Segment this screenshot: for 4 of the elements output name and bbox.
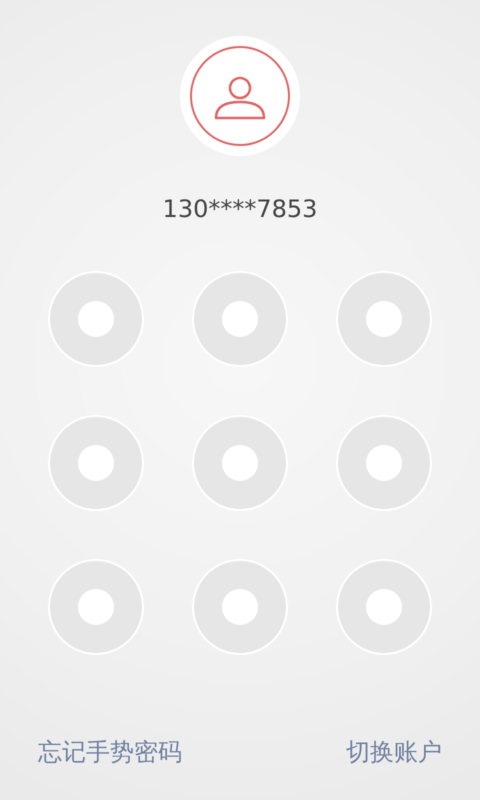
person-icon [212,76,268,120]
text-link[interactable]: 切换账户 [346,736,442,768]
phone-number: 130****7853 [162,194,318,224]
text-link[interactable]: 忘记手势密码 [38,736,182,768]
